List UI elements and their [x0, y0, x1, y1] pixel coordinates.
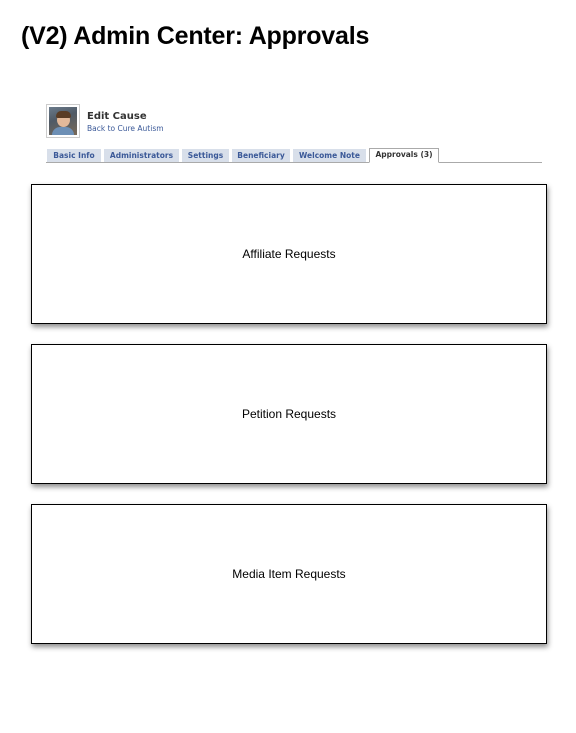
edit-cause-title: Edit Cause [87, 111, 147, 122]
affiliate-requests-panel: Affiliate Requests [31, 184, 547, 324]
tab-basic-info[interactable]: Basic Info [47, 149, 101, 162]
back-to-cause-link[interactable]: Back to Cure Autism [87, 124, 164, 133]
tab-welcome-note[interactable]: Welcome Note [293, 149, 366, 162]
tab-bar: Basic Info Administrators Settings Benef… [46, 148, 542, 163]
media-item-requests-panel: Media Item Requests [31, 504, 547, 644]
cause-avatar[interactable] [46, 104, 80, 138]
media-item-requests-label: Media Item Requests [232, 567, 346, 581]
petition-requests-panel: Petition Requests [31, 344, 547, 484]
affiliate-requests-label: Affiliate Requests [242, 247, 336, 261]
tab-settings[interactable]: Settings [182, 149, 229, 162]
page-title: (V2) Admin Center: Approvals [21, 22, 370, 50]
avatar-photo [49, 107, 77, 135]
tab-approvals[interactable]: Approvals (3) [369, 148, 439, 163]
cause-header: Edit Cause Back to Cure Autism [46, 104, 542, 138]
petition-requests-label: Petition Requests [241, 407, 337, 421]
tab-administrators[interactable]: Administrators [104, 149, 179, 162]
tab-beneficiary[interactable]: Beneficiary [232, 149, 290, 162]
